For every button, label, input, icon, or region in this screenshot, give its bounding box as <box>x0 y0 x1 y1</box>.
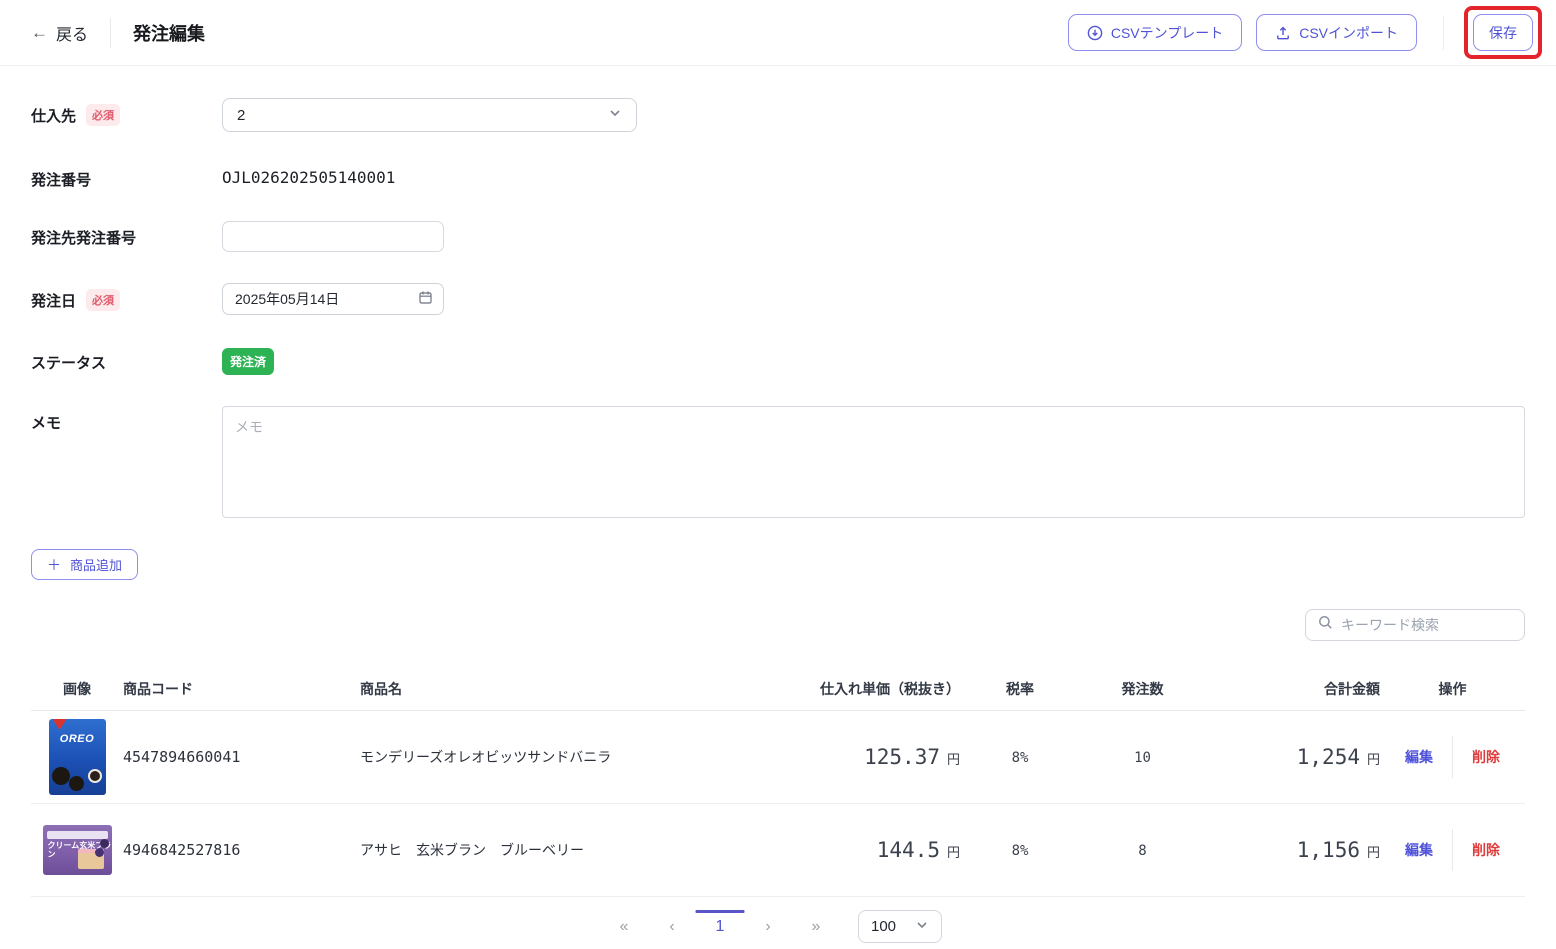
unit-price-currency: 円 <box>947 752 960 767</box>
edit-button[interactable]: 編集 <box>1405 840 1433 860</box>
unit-price-value: 125.37 <box>864 745 940 769</box>
edit-button[interactable]: 編集 <box>1405 747 1433 767</box>
product-name: モンデリーズオレオビッツサンドバニラ <box>360 749 611 765</box>
order-date-label: 発注日 <box>31 290 76 311</box>
total-value: 1,254 <box>1297 745 1360 769</box>
order-number-label: 発注番号 <box>31 169 91 190</box>
order-number-value: OJL026202505140001 <box>222 163 395 187</box>
order-date-required-badge: 必須 <box>86 289 120 311</box>
unit-price-currency: 円 <box>947 845 960 860</box>
unit-price-value: 144.5 <box>877 838 940 862</box>
download-icon <box>1087 25 1103 41</box>
main-content: 仕入先 必須 2 発注番号 OJL026202505140001 発注先発注番号 <box>0 66 1556 949</box>
current-page[interactable]: 1 <box>710 918 730 936</box>
memo-row: メモ <box>31 406 1525 518</box>
ops-divider <box>1452 829 1453 871</box>
status-label: ステータス <box>31 352 106 373</box>
supplier-select[interactable]: 2 <box>222 98 637 132</box>
back-button[interactable]: ← 戻る <box>31 21 88 45</box>
supplier-order-number-input[interactable] <box>222 221 444 252</box>
order-date-value: 2025年05月14日 <box>235 289 339 309</box>
delete-button[interactable]: 削除 <box>1472 747 1500 767</box>
status-row: ステータス 発注済 <box>31 346 1525 375</box>
header-divider-2 <box>1443 16 1444 50</box>
upload-icon <box>1275 25 1291 41</box>
next-page-button[interactable]: › <box>758 918 778 936</box>
product-code: 4946842527816 <box>123 841 240 859</box>
back-label: 戻る <box>56 21 88 45</box>
header-operations: 操作 <box>1380 679 1525 699</box>
first-page-button[interactable]: « <box>614 918 634 936</box>
add-product-button[interactable]: ＋ 商品追加 <box>31 549 138 580</box>
back-arrow-icon: ← <box>31 23 48 43</box>
csv-import-button[interactable]: CSVインポート <box>1256 14 1417 51</box>
memo-label: メモ <box>31 412 61 433</box>
chevron-down-icon <box>915 918 929 936</box>
header-code: 商品コード <box>123 679 360 699</box>
csv-template-button[interactable]: CSVテンプレート <box>1068 14 1242 51</box>
supplier-required-badge: 必須 <box>86 104 120 126</box>
quantity-value: 10 <box>1134 750 1151 766</box>
page-size-value: 100 <box>871 918 896 935</box>
header-quantity: 発注数 <box>1080 679 1205 699</box>
pagination-wrap: « ‹ 1 › » 100 <box>31 897 1525 949</box>
keyword-search-box <box>1305 609 1525 641</box>
plus-icon: ＋ <box>47 555 61 575</box>
header-total: 合計金額 <box>1205 679 1380 699</box>
prev-page-button[interactable]: ‹ <box>662 918 682 936</box>
table-row: クリーム玄米ブラン 4946842527816 アサヒ 玄米ブラン ブルーベリー… <box>31 804 1525 897</box>
topbar: ← 戻る 発注編集 CSVテンプレート CSVインポート 保存 <box>0 0 1556 66</box>
header-divider <box>110 18 111 48</box>
product-image-asahi: クリーム玄米ブラン <box>43 825 112 875</box>
quantity-value: 8 <box>1138 843 1146 859</box>
supplier-order-number-label: 発注先発注番号 <box>31 227 136 248</box>
product-image-oreo: OREO <box>49 719 106 795</box>
header-unit-price: 仕入れ単価（税抜き） <box>780 679 960 699</box>
status-badge: 発注済 <box>222 348 274 375</box>
header-image: 画像 <box>31 679 123 699</box>
search-icon <box>1318 615 1333 635</box>
keyword-search-input[interactable] <box>1341 617 1512 633</box>
supplier-select-value: 2 <box>237 107 245 124</box>
tax-rate-value: 8% <box>1012 843 1029 859</box>
supplier-label: 仕入先 <box>31 105 76 126</box>
add-product-label: 商品追加 <box>70 555 122 574</box>
order-date-row: 発注日 必須 2025年05月14日 <box>31 283 1525 315</box>
csv-import-label: CSVインポート <box>1299 23 1398 43</box>
table-header-row: 画像 商品コード 商品名 仕入れ単価（税抜き） 税率 発注数 合計金額 操作 <box>31 667 1525 711</box>
total-currency: 円 <box>1367 845 1380 860</box>
total-value: 1,156 <box>1297 838 1360 862</box>
order-form: 仕入先 必須 2 発注番号 OJL026202505140001 発注先発注番号 <box>31 66 1525 518</box>
tax-rate-value: 8% <box>1012 750 1029 766</box>
pagination: « ‹ 1 › » 100 <box>31 897 1525 949</box>
delete-button[interactable]: 削除 <box>1472 840 1500 860</box>
products-table: 画像 商品コード 商品名 仕入れ単価（税抜き） 税率 発注数 合計金額 操作 O… <box>31 667 1525 897</box>
save-button[interactable]: 保存 <box>1473 14 1533 51</box>
last-page-button[interactable]: » <box>806 918 826 936</box>
header-tax-rate: 税率 <box>960 679 1080 699</box>
active-page-indicator <box>696 910 745 913</box>
product-name: アサヒ 玄米ブラン ブルーベリー <box>360 842 584 858</box>
save-button-highlight-box: 保存 <box>1464 6 1542 59</box>
supplier-order-number-row: 発注先発注番号 <box>31 221 1525 252</box>
page-title: 発注編集 <box>133 20 205 46</box>
product-code: 4547894660041 <box>123 748 240 766</box>
csv-template-label: CSVテンプレート <box>1111 23 1223 43</box>
ops-divider <box>1452 736 1453 778</box>
order-number-row: 発注番号 OJL026202505140001 <box>31 163 1525 190</box>
table-row: OREO 4547894660041 モンデリーズオレオビッツサンドバニラ 12… <box>31 711 1525 804</box>
total-currency: 円 <box>1367 752 1380 767</box>
order-date-input[interactable]: 2025年05月14日 <box>222 283 444 315</box>
chevron-down-icon <box>608 106 622 124</box>
memo-textarea[interactable] <box>222 406 1525 518</box>
calendar-icon <box>418 290 433 308</box>
page-size-select[interactable]: 100 <box>858 910 942 943</box>
supplier-row: 仕入先 必須 2 <box>31 98 1525 132</box>
header-name: 商品名 <box>360 679 780 699</box>
